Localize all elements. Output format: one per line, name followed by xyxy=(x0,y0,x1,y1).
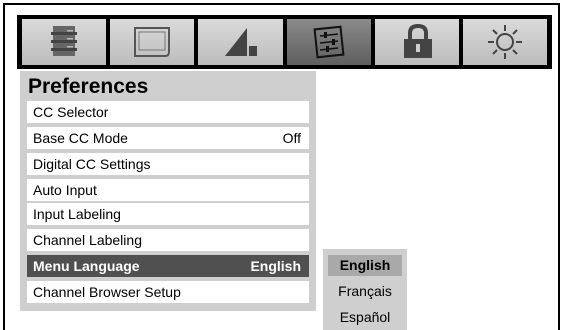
tab-audio[interactable] xyxy=(198,19,283,65)
tab-picture[interactable] xyxy=(110,19,195,65)
gear-icon xyxy=(487,25,522,59)
tab-lock[interactable] xyxy=(374,19,459,65)
tab-setup[interactable] xyxy=(462,19,548,65)
stack-icon xyxy=(51,26,78,56)
menu-item-digital-cc-settings[interactable]: Digital CC Settings xyxy=(27,153,309,175)
menu-item-channel-labeling[interactable]: Channel Labeling xyxy=(27,229,309,251)
lock-icon xyxy=(403,23,432,58)
menu-item-label: Menu Language xyxy=(33,258,140,274)
menu-item-label: Base CC Mode xyxy=(33,130,128,146)
language-option-francais[interactable]: Français xyxy=(328,281,402,302)
menu-item-label: Input Labeling xyxy=(33,206,121,222)
language-option-espanol[interactable]: Español xyxy=(328,307,402,328)
menu-item-cc-selector[interactable]: CC Selector xyxy=(27,101,309,123)
menu-item-label: Channel Labeling xyxy=(33,232,142,248)
menu-item-value: Off xyxy=(282,130,301,146)
menu-item-label: Auto Input xyxy=(33,182,97,198)
menu-item-input-labeling[interactable]: Input Labeling xyxy=(27,203,309,225)
menu-item-auto-input[interactable]: Auto Input xyxy=(27,179,309,201)
menu-item-menu-language[interactable]: Menu Language English xyxy=(27,255,309,277)
preferences-icon xyxy=(313,25,345,59)
menu-item-label: CC Selector xyxy=(33,104,109,120)
menu-item-base-cc-mode[interactable]: Base CC Mode Off xyxy=(27,127,309,149)
preferences-panel: Preferences CC Selector Base CC Mode Off… xyxy=(20,71,316,311)
menu-tab-bar xyxy=(17,15,552,69)
language-option-english[interactable]: English xyxy=(328,255,402,276)
menu-item-channel-browser-setup[interactable]: Channel Browser Setup xyxy=(27,281,309,303)
menu-item-label: Digital CC Settings xyxy=(33,156,151,172)
language-options-popup: English Français Español xyxy=(323,249,407,330)
menu-item-label: Channel Browser Setup xyxy=(33,284,181,300)
tab-stack[interactable] xyxy=(22,19,107,65)
tab-preferences[interactable] xyxy=(286,19,371,65)
screen-icon xyxy=(134,27,171,57)
speaker-icon xyxy=(225,28,258,56)
panel-title: Preferences xyxy=(28,75,149,98)
menu-item-value: English xyxy=(250,258,301,274)
